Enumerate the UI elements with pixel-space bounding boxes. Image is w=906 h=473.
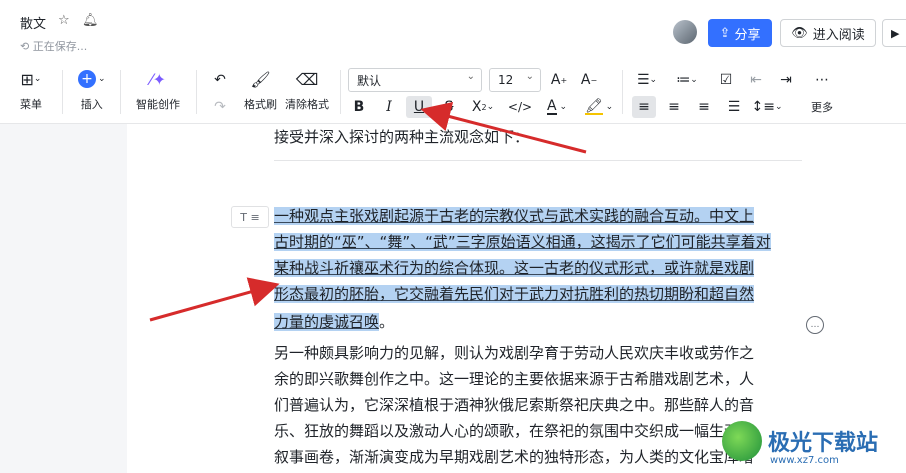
arrow-to-underline xyxy=(420,102,587,154)
watermark-url: www.xz7.com xyxy=(770,455,839,466)
watermark-logo xyxy=(722,421,762,461)
arrow-to-selection xyxy=(149,277,280,322)
annotation-arrows xyxy=(149,102,587,322)
